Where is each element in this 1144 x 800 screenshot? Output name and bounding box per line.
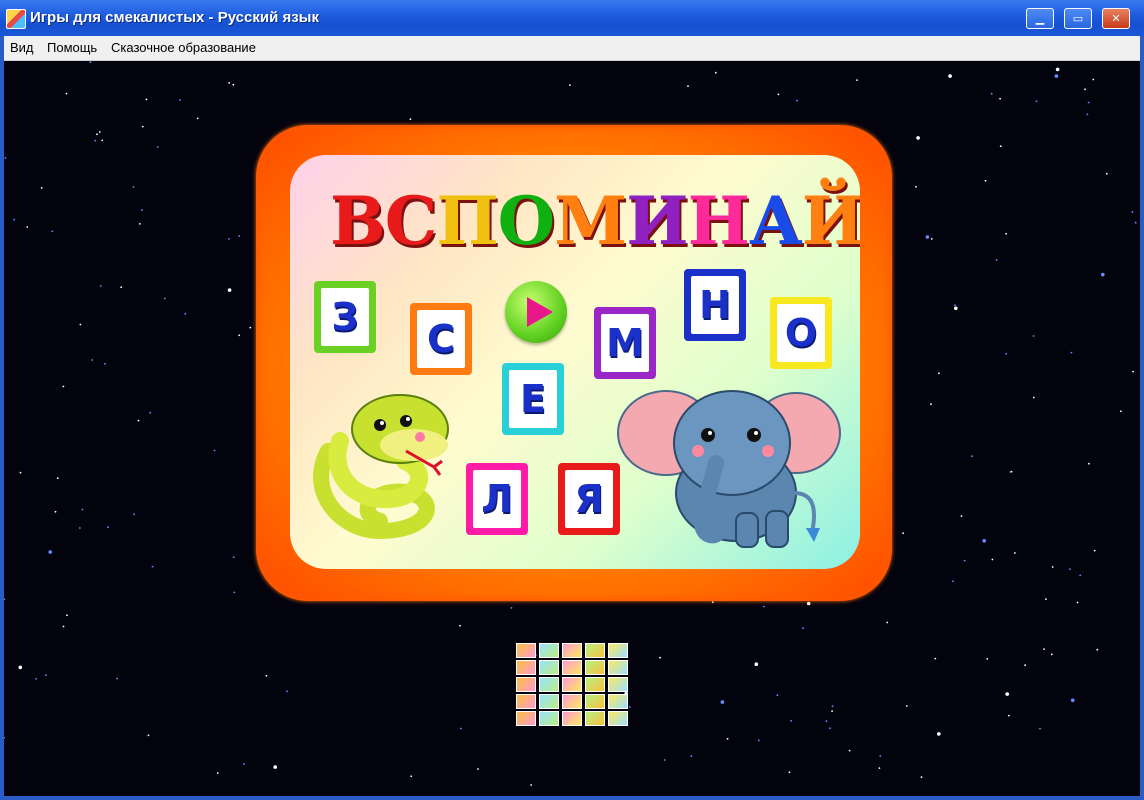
letter-block-l: Л xyxy=(466,463,528,535)
game-title-letter: И xyxy=(626,182,688,260)
letter-block-s: С xyxy=(410,303,472,375)
game-thumbnail[interactable] xyxy=(516,643,536,658)
game-thumbnail[interactable] xyxy=(539,711,559,726)
letter-block-n: Н xyxy=(684,269,746,341)
game-thumbnail[interactable] xyxy=(585,711,605,726)
game-thumbnail[interactable] xyxy=(608,711,628,726)
game-thumbnail[interactable] xyxy=(516,694,536,709)
app-icon[interactable] xyxy=(6,9,26,29)
title-bar[interactable]: Игры для смекалистых - Русский язык ▁ ▭ … xyxy=(0,0,1144,36)
window-title: Игры для смекалистых - Русский язык xyxy=(30,9,319,26)
close-button[interactable]: ✕ xyxy=(1102,8,1130,29)
game-thumbnail[interactable] xyxy=(562,643,582,658)
menu-item-view[interactable]: Вид xyxy=(10,40,34,55)
game-thumbnail[interactable] xyxy=(585,694,605,709)
game-title-letter: В xyxy=(330,182,386,260)
game-thumbnail[interactable] xyxy=(562,677,582,692)
game-thumbnail[interactable] xyxy=(608,643,628,658)
game-thumbnail[interactable] xyxy=(516,711,536,726)
game-title-letter: М xyxy=(554,182,627,260)
game-title-letter: Й xyxy=(801,182,860,260)
game-title-letter: П xyxy=(436,182,498,260)
letter-block-z: З xyxy=(314,281,376,353)
snake-illustration xyxy=(313,394,449,540)
menu-item-help[interactable]: Помощь xyxy=(47,40,97,55)
play-button[interactable] xyxy=(505,281,567,343)
game-card[interactable]: ВСПОМИНАЙКА З С М Н О Е Л Я xyxy=(256,125,892,601)
maximize-button[interactable]: ▭ xyxy=(1064,8,1092,29)
letter-block-o: О xyxy=(770,297,832,369)
play-icon xyxy=(527,297,553,327)
app-window: Игры для смекалистых - Русский язык ▁ ▭ … xyxy=(0,0,1144,800)
game-area: ВСПОМИНАЙКА З С М Н О Е Л Я xyxy=(4,61,1140,796)
game-thumbnail[interactable] xyxy=(516,660,536,675)
game-card-inner: ВСПОМИНАЙКА З С М Н О Е Л Я xyxy=(290,155,860,569)
game-thumbnail[interactable] xyxy=(562,711,582,726)
game-thumbnail[interactable] xyxy=(608,694,628,709)
game-thumbnail[interactable] xyxy=(539,660,559,675)
game-title-letter: С xyxy=(384,182,438,260)
game-thumbnail[interactable] xyxy=(562,694,582,709)
minimize-button[interactable]: ▁ xyxy=(1026,8,1054,29)
game-thumbnail[interactable] xyxy=(585,677,605,692)
menu-bar: Вид Помощь Сказочное образование xyxy=(4,36,1140,61)
game-thumbnail[interactable] xyxy=(539,677,559,692)
game-thumbnail[interactable] xyxy=(516,677,536,692)
letter-block-e: Е xyxy=(502,363,564,435)
game-thumbnail[interactable] xyxy=(585,643,605,658)
game-title-letter: Н xyxy=(687,182,750,260)
game-thumbnail[interactable] xyxy=(539,643,559,658)
game-title-letter: О xyxy=(497,182,555,260)
game-thumbnail[interactable] xyxy=(539,694,559,709)
game-thumbnails-grid xyxy=(516,643,630,729)
letter-block-m: М xyxy=(594,307,656,379)
game-thumbnail[interactable] xyxy=(608,677,628,692)
elephant-illustration xyxy=(617,390,841,548)
game-title-letter: А xyxy=(748,182,803,260)
game-thumbnail[interactable] xyxy=(562,660,582,675)
game-thumbnail[interactable] xyxy=(608,660,628,675)
game-title: ВСПОМИНАЙКА xyxy=(330,182,860,260)
menu-item-fairy-education[interactable]: Сказочное образование xyxy=(111,40,256,55)
game-thumbnail[interactable] xyxy=(585,660,605,675)
